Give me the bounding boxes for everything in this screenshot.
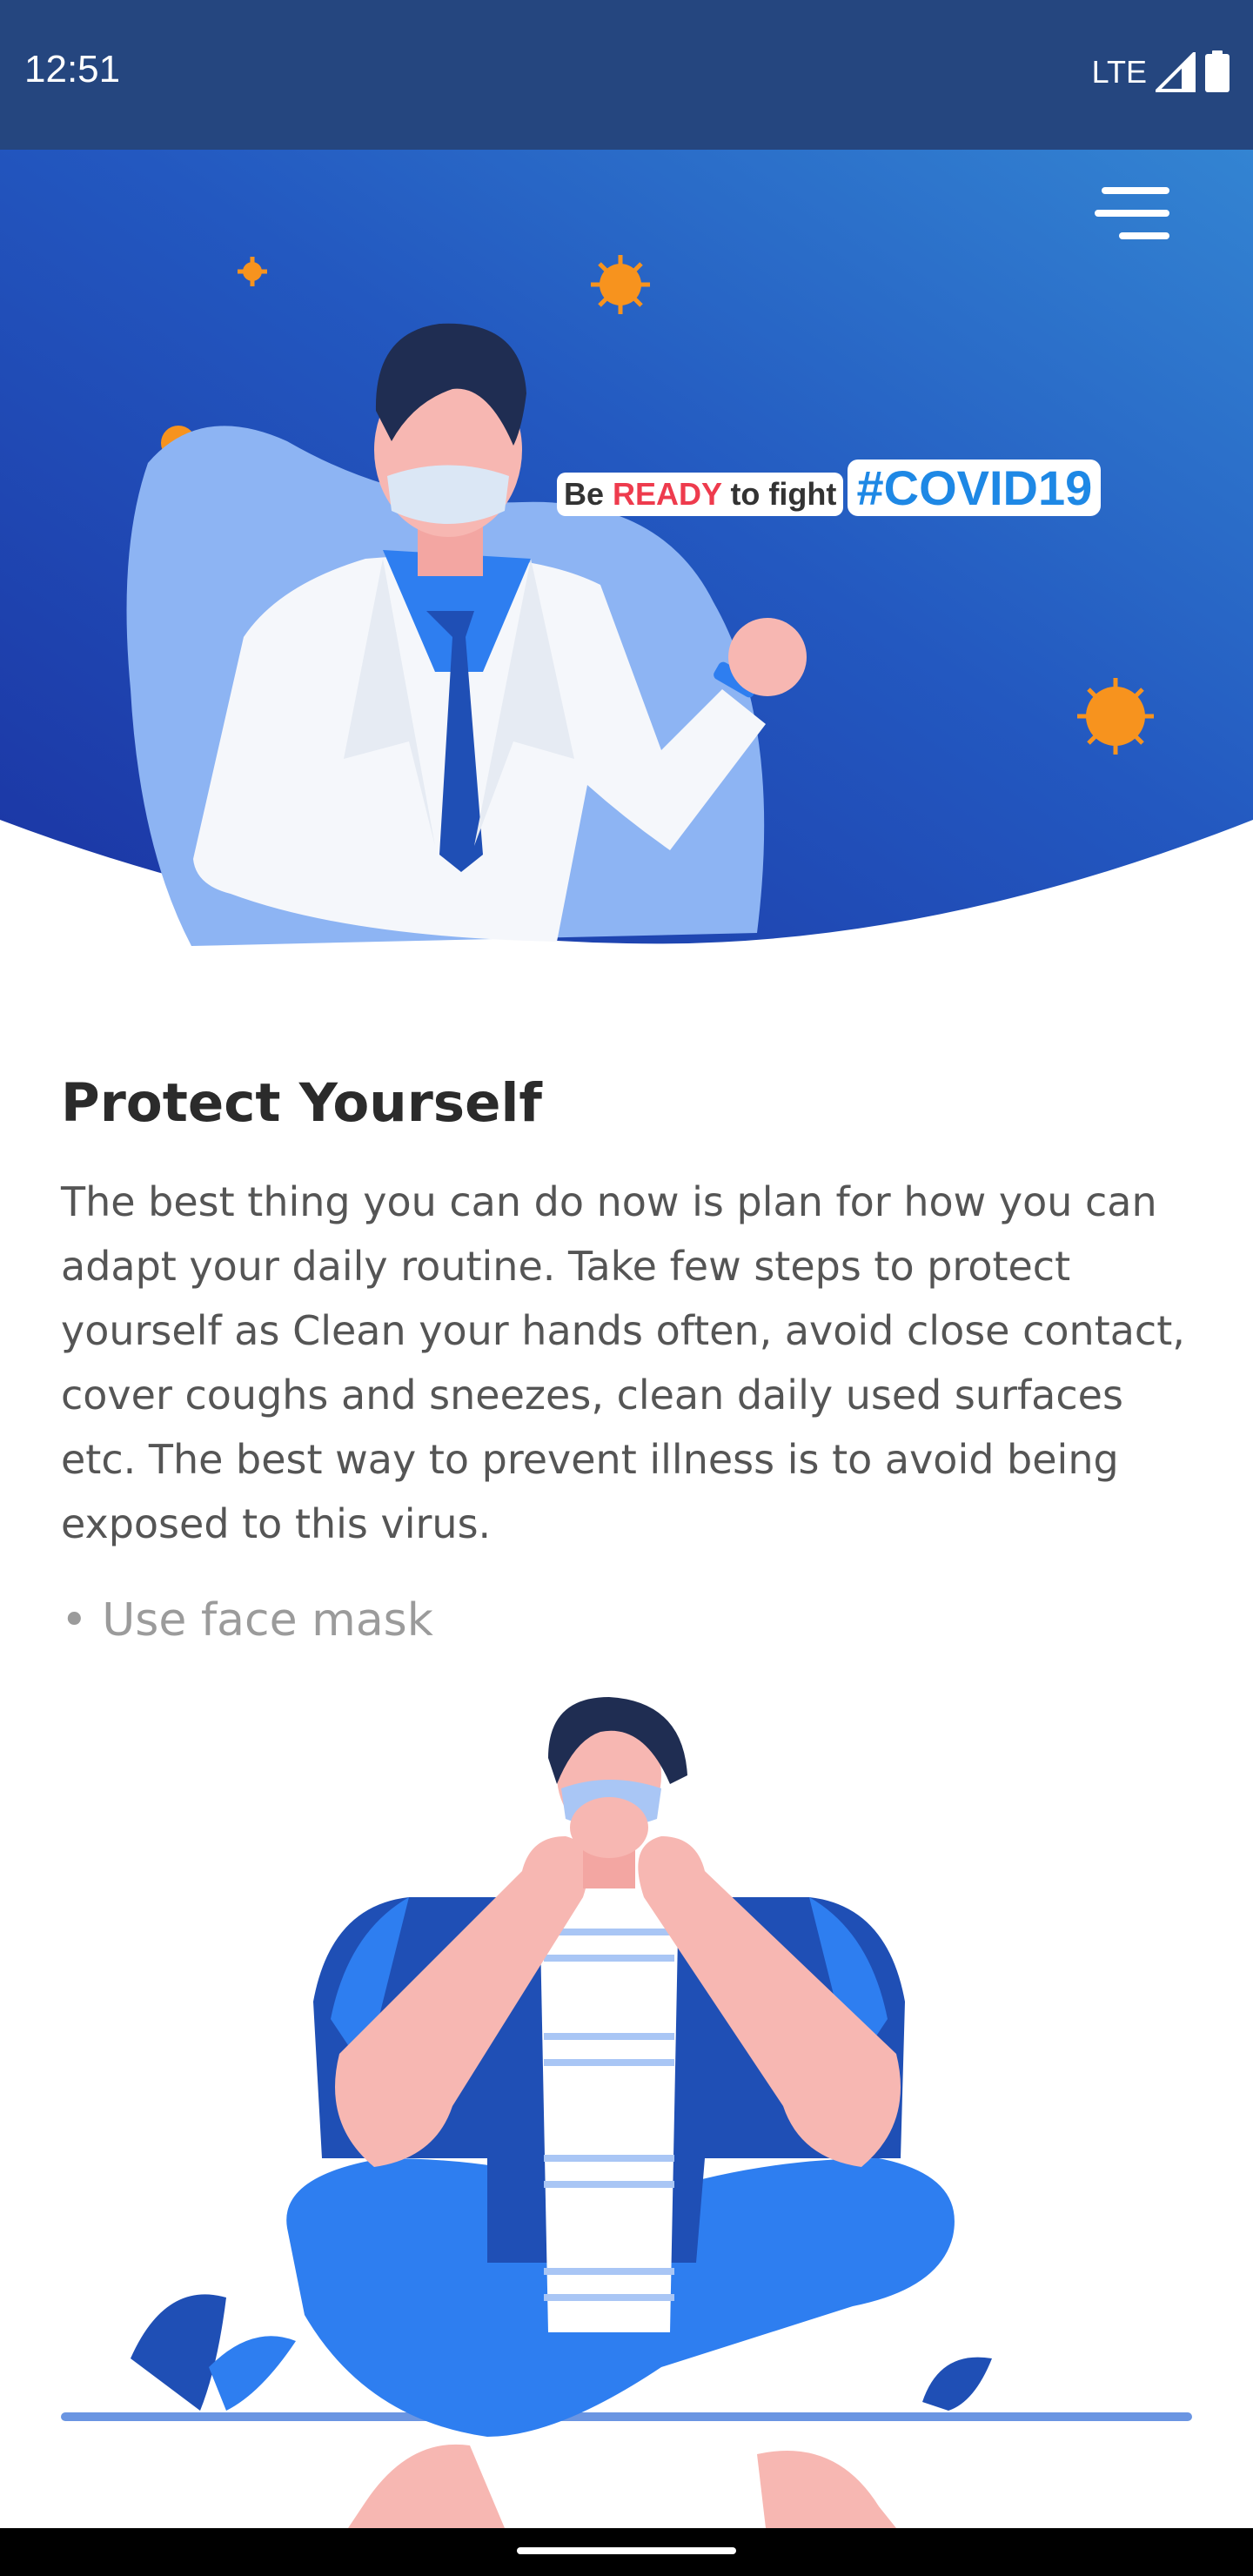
badge-suffix: to fight — [730, 476, 837, 512]
person-with-mask-illustration — [61, 1697, 1192, 2528]
battery-icon — [1205, 50, 1230, 92]
signal-icon — [1156, 52, 1196, 92]
hero-banner: Be READY to fight #COVID19 — [0, 150, 1253, 950]
bullet-item: • Use face mask — [61, 1594, 433, 1647]
status-bar: 12:51 LTE — [0, 0, 1253, 150]
section-title: Protect Yourself — [61, 1072, 542, 1134]
hashtag: #COVID19 — [848, 460, 1102, 516]
doctor-illustration — [0, 150, 1253, 946]
menu-button[interactable] — [1095, 187, 1169, 239]
status-time: 12:51 — [24, 48, 121, 91]
status-icons: LTE — [1092, 50, 1230, 94]
section-paragraph: The best thing you can do now is plan fo… — [61, 1178, 1185, 1547]
network-type: LTE — [1091, 54, 1147, 90]
campaign-badge: Be READY to fight #COVID19 — [557, 454, 1102, 516]
badge-prefix: Be — [564, 476, 605, 512]
home-gesture-handle[interactable] — [517, 2547, 736, 2554]
badge-highlight: READY — [613, 476, 722, 512]
mask-illustration — [0, 1671, 1253, 2528]
